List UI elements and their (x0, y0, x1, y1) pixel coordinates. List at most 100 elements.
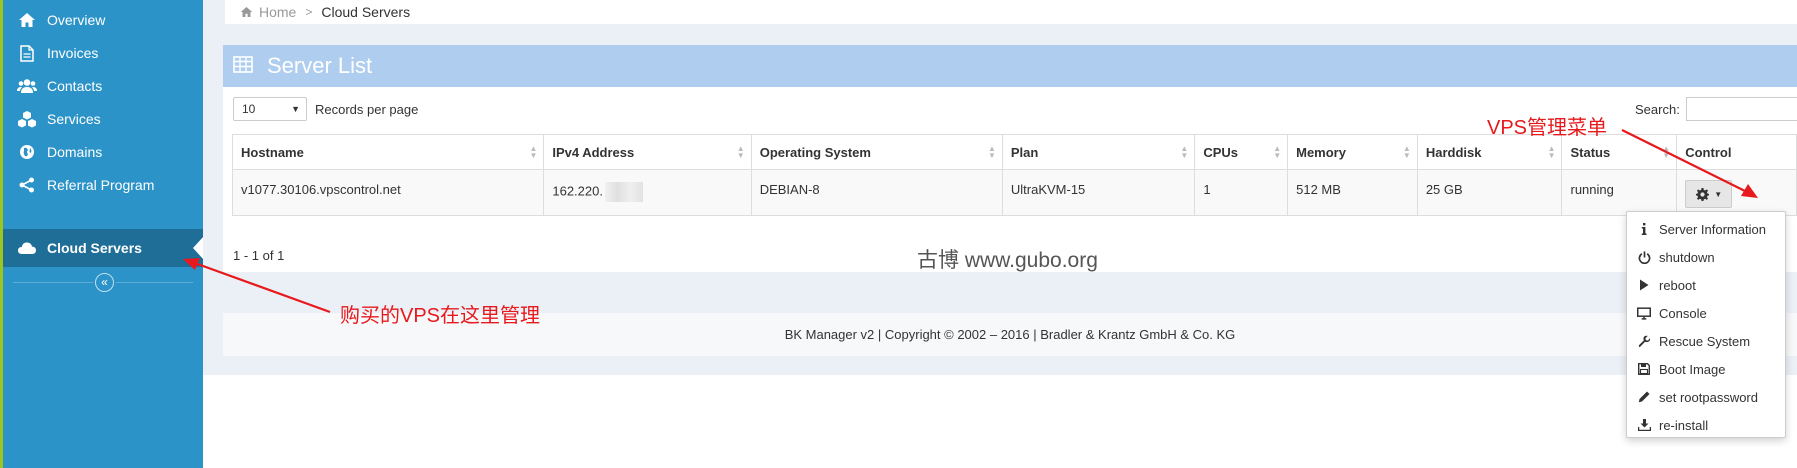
sidebar-collapse-row: « (3, 272, 203, 292)
table-icon (233, 56, 253, 76)
cell-os: DEBIAN-8 (750, 169, 1003, 216)
info-icon (1637, 223, 1651, 235)
records-per-page-value: 10 (242, 102, 256, 116)
menu-item-label: Console (1659, 305, 1707, 321)
pencil-icon (1637, 391, 1651, 403)
column-header-hostname[interactable]: Hostname ▲ ▼ (231, 134, 545, 170)
watermark: 古博 www.gubo.org (917, 249, 1098, 272)
redacted-blur (604, 182, 643, 202)
menu-item-boot-image[interactable]: Boot Image (1627, 355, 1785, 383)
sidebar-item-label: Cloud Servers (47, 240, 142, 256)
breadcrumb-home-label: Home (259, 4, 297, 20)
cloud-icon (17, 238, 37, 258)
menu-item-label: shutdown (1659, 249, 1715, 265)
column-header-cpus[interactable]: CPUs ▲ ▼ (1194, 134, 1289, 170)
annotation-vps-menu: VPS管理菜单 (1487, 117, 1608, 139)
breadcrumb-current: Cloud Servers (321, 4, 411, 20)
records-per-page-label: Records per page (315, 101, 419, 117)
breadcrumb-home-link[interactable]: Home (240, 4, 296, 20)
floppy-icon (1637, 363, 1651, 375)
menu-item-label: Rescue System (1659, 333, 1751, 349)
cell-memory: 512 MB (1287, 169, 1418, 216)
sort-icon: ▲ ▼ (1402, 144, 1411, 160)
annotation-manage-here: 购买的VPS在这里管理 (340, 305, 541, 327)
gear-icon (1696, 187, 1710, 201)
menu-item-rescue-system[interactable]: Rescue System (1627, 327, 1785, 355)
monitor-icon (1637, 306, 1651, 320)
panel-header: Server List (223, 45, 1797, 87)
divider (116, 282, 193, 283)
sort-icon: ▲ ▼ (1273, 144, 1282, 160)
records-per-page-select[interactable]: 10 ▼ (233, 97, 307, 121)
cell-harddisk: 25 GB (1416, 169, 1563, 216)
sort-icon: ▲ ▼ (1180, 144, 1189, 160)
collapse-sidebar-button[interactable]: « (95, 273, 114, 292)
share-icon (17, 175, 37, 195)
sort-icon: ▲ ▼ (1547, 144, 1556, 160)
menu-item-shutdown[interactable]: shutdown (1627, 243, 1785, 271)
record-count: 1 - 1 of 1 (233, 248, 285, 263)
menu-item-label: Server Information (1659, 221, 1766, 237)
home-icon (240, 6, 253, 18)
cell-hostname: v1077.30106.vpscontrol.net (231, 169, 545, 216)
table-row[interactable]: v1077.30106.vpscontrol.net 162.220. DEBI… (231, 169, 1797, 216)
sort-icon: ▲ ▼ (987, 144, 996, 160)
home-icon (17, 10, 37, 30)
sort-icon: ▲ ▼ (529, 144, 538, 160)
app-window: Overview Invoices Contacts Services Doma… (0, 0, 1797, 468)
search-box: Search: (1635, 97, 1797, 121)
cell-control: ▼ (1676, 169, 1797, 216)
server-table: Hostname ▲ ▼ IPv4 Address ▲ ▼ Operating Syst… (231, 134, 1797, 216)
server-list-panel: Server List 10 ▼ Records per page Search… (223, 45, 1797, 272)
cell-status: running (1561, 169, 1678, 216)
menu-item-label: Boot Image (1659, 361, 1726, 377)
cubes-icon (17, 109, 37, 129)
double-chevron-left-icon: « (101, 275, 108, 289)
sidebar-item-label: Contacts (47, 78, 103, 94)
play-icon (1637, 279, 1651, 291)
menu-item-label: set rootpassword (1659, 389, 1758, 405)
sidebar-item-referral-program[interactable]: Referral Program (3, 166, 203, 204)
column-header-plan[interactable]: Plan ▲ ▼ (1001, 134, 1196, 170)
wrench-icon (1637, 335, 1651, 348)
users-icon (17, 76, 37, 96)
column-header-control: Control (1676, 134, 1797, 170)
cell-plan: UltraKVM-15 (1001, 169, 1196, 216)
panel-title: Server List (267, 53, 373, 78)
menu-item-console[interactable]: Console (1627, 299, 1785, 327)
menu-item-set-rootpassword[interactable]: set rootpassword (1627, 383, 1785, 411)
sort-icon: ▲ ▼ (736, 144, 745, 160)
sidebar-item-cloud-servers[interactable]: Cloud Servers (3, 229, 204, 267)
download-icon (1637, 419, 1651, 431)
control-dropdown-menu: Server Information shutdown reboot Conso… (1626, 211, 1786, 438)
caret-down-icon: ▼ (1714, 189, 1723, 199)
breadcrumb: Home > Cloud Servers (225, 0, 1797, 24)
sidebar-item-label: Domains (47, 144, 103, 160)
sidebar-item-label: Referral Program (47, 177, 155, 193)
sort-icon: ▲ ▼ (1662, 144, 1671, 160)
caret-down-icon: ▼ (291, 104, 300, 114)
control-menu-button[interactable]: ▼ (1685, 180, 1733, 208)
search-input[interactable] (1685, 97, 1797, 121)
records-per-page: 10 ▼ Records per page (233, 97, 418, 121)
column-header-memory[interactable]: Memory ▲ ▼ (1287, 134, 1418, 170)
power-icon (1637, 250, 1651, 264)
column-header-ipv4[interactable]: IPv4 Address ▲ ▼ (543, 134, 752, 170)
page-bottom (203, 375, 1797, 468)
menu-item-server-information[interactable]: Server Information (1627, 215, 1785, 243)
menu-item-label: re-install (1659, 417, 1709, 433)
main-content: Home > Cloud Servers Server List 10 ▼ Re… (203, 0, 1797, 468)
globe-icon (17, 142, 37, 162)
sidebar-item-label: Invoices (47, 45, 99, 61)
search-label: Search: (1635, 101, 1680, 117)
document-icon (17, 43, 37, 63)
menu-item-re-install[interactable]: re-install (1627, 411, 1785, 439)
sidebar-item-label: Overview (47, 12, 106, 28)
cell-cpus: 1 (1194, 169, 1289, 216)
breadcrumb-separator: > (305, 5, 313, 19)
menu-item-label: reboot (1659, 277, 1696, 293)
menu-item-reboot[interactable]: reboot (1627, 271, 1785, 299)
cell-ipv4: 162.220. (543, 169, 752, 216)
column-header-os[interactable]: Operating System ▲ ▼ (750, 134, 1003, 170)
sidebar: Overview Invoices Contacts Services Doma… (3, 0, 204, 468)
